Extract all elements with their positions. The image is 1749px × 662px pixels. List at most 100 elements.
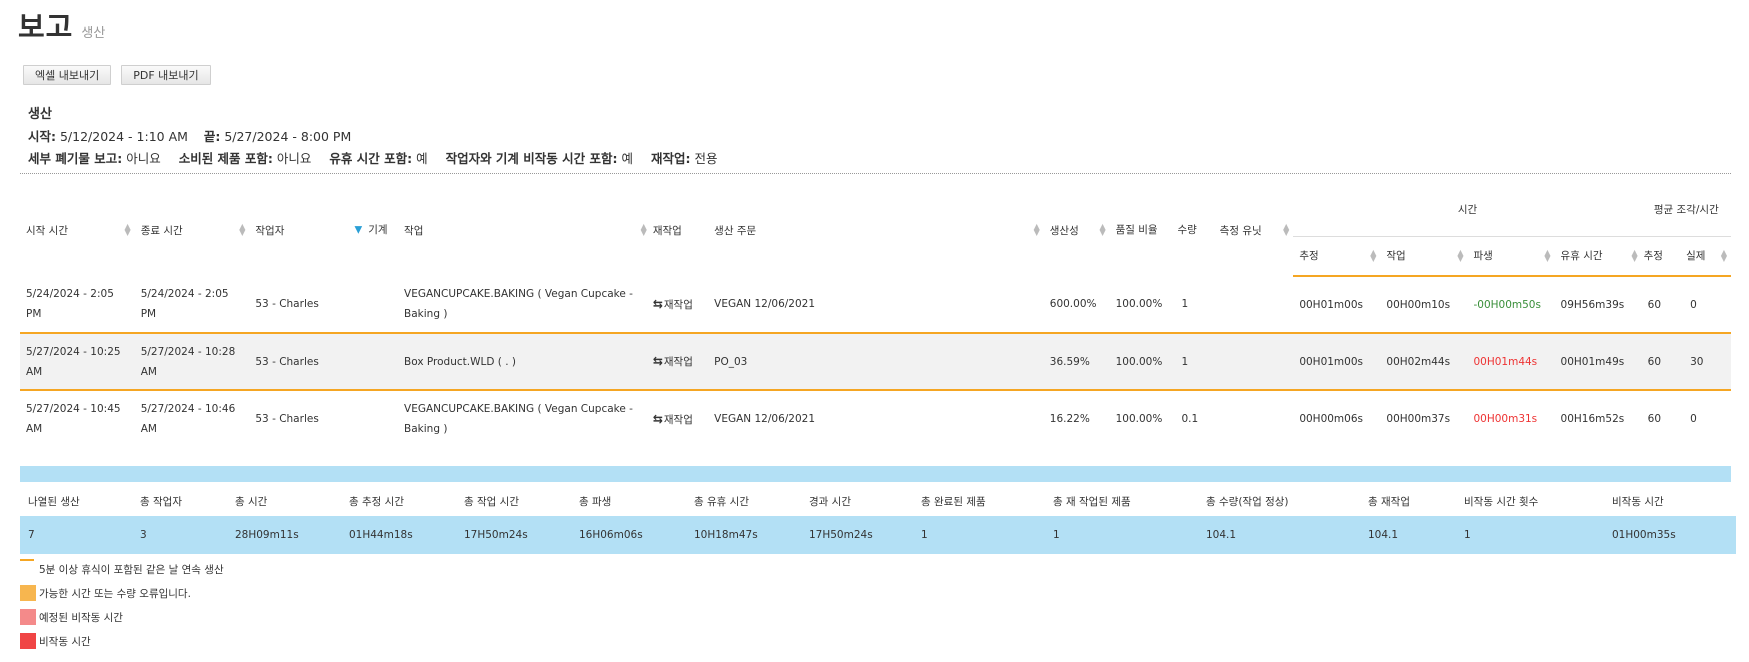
export-excel-button[interactable]: 엑셀 내보내기 (23, 65, 112, 85)
rework-icon: ⇆ (652, 296, 663, 311)
legend-item: 비작동 시간 (20, 629, 224, 653)
cell-machine (366, 390, 398, 447)
summary-header: 총 추정 시간 (349, 495, 404, 508)
cell-rework: ⇆재작업 (652, 411, 693, 426)
cell-unit (1213, 333, 1294, 391)
idle-value: 예 (416, 151, 428, 166)
export-pdf-button[interactable]: PDF 내보내기 (121, 65, 211, 85)
summary-value: 28H09m11s (227, 516, 341, 554)
cell-worked: 00H02m44s (1380, 333, 1468, 391)
cell-machine (366, 276, 399, 334)
sort-icon: ▲ ▼ (124, 222, 131, 237)
col-variance[interactable]: 파생 ▲ ▼ (1467, 235, 1555, 277)
col-estimated[interactable]: 추정 ▲ ▼ (1293, 235, 1381, 277)
summary-header: 총 유휴 시간 (694, 495, 749, 508)
report-options: 세부 폐기물 보고: 아니요 소비된 제품 포함: 아니요 유휴 시간 포함: … (28, 148, 731, 170)
summary-value: 7 (20, 516, 132, 554)
legend-item: 5분 이상 휴식이 포함된 같은 날 연속 생산 (20, 557, 224, 581)
summary-header: 총 수량(작업 정상) (1206, 495, 1289, 508)
cell-start: 5/24/2024 - 2:05 PM (20, 276, 135, 334)
summary-header: 비작동 시간 (1612, 495, 1664, 508)
cell-rework: ⇆재작업 (650, 333, 709, 391)
col-avg-estimated[interactable]: 추정 (1641, 235, 1685, 277)
info-separator (20, 173, 1731, 174)
cell-avg-actual: 0 (1690, 413, 1697, 425)
rework-icon: ⇆ (652, 354, 663, 368)
cell-productivity: 600.00% (1043, 276, 1110, 334)
cell-productivity: 16.22% (1049, 413, 1090, 425)
cell-start: 5/27/2024 - 10:45 AM (26, 403, 121, 435)
col-task[interactable]: 작업 ▲ ▼ (398, 184, 651, 276)
end-label: 끝: (203, 129, 221, 144)
col-idle[interactable]: 유휴 시간 ▲ ▼ (1554, 235, 1642, 277)
sort-icon: ▲ ▼ (1033, 222, 1040, 237)
summary-value: 104.1 (1198, 516, 1360, 554)
consumed-label: 소비된 제품 포함: (178, 151, 273, 166)
col-worked[interactable]: 작업 ▲ ▼ (1380, 235, 1468, 277)
summary-value: 16H06m06s (571, 516, 686, 554)
summary-value: 01H44m18s (341, 516, 456, 554)
col-group-time: 시간 (1457, 204, 1478, 217)
page-title-main: 보고 (18, 10, 74, 44)
sort-icon: ▲ ▼ (1544, 247, 1551, 263)
col-rework[interactable]: 재작업 (651, 184, 708, 276)
cell-order: VEGAN 12/06/2021 (714, 413, 816, 425)
cell-task: Box Product.WLD ( . ) (398, 333, 651, 391)
cell-unit (1214, 390, 1294, 447)
col-end-time[interactable]: 종료 시간 ▲ ▼ (135, 184, 250, 276)
col-quality-rate[interactable]: 품질 비율 (1110, 184, 1176, 276)
start-value: 5/12/2024 - 1:10 AM (59, 129, 188, 144)
summary-value: 104.1 (1360, 516, 1456, 554)
cell-avg-estimated: 60 (1641, 333, 1685, 391)
col-quantity[interactable]: 수량 (1175, 184, 1213, 276)
rework-value: 전용 (694, 151, 718, 166)
summary-header: 총 완료된 제품 (921, 495, 986, 508)
sort-desc-icon: ▼ (354, 224, 363, 236)
scrap-label: 세부 폐기물 보고: (28, 151, 123, 166)
production-table: 시작 시간 ▲ ▼ 종료 시간 ▲ ▼ 작업자 ▼ 기계 작업 ▲ ▼ 재작업 생산 주문 ▲ ▼… (20, 184, 1731, 447)
summary-header: 경과 시간 (809, 495, 851, 508)
legend-swatch (20, 609, 36, 625)
sort-icon: ▲ ▼ (239, 222, 246, 237)
summary-header: 총 시간 (235, 495, 268, 508)
cell-end: 5/24/2024 - 2:05 PM (134, 276, 250, 334)
legend-item: 가능한 시간 또는 수량 오류입니다. (20, 581, 224, 605)
table-row[interactable]: 5/27/2024 - 10:45 AM 5/27/2024 - 10:46 A… (20, 390, 1731, 447)
table-row[interactable]: 5/24/2024 - 2:05 PM 5/24/2024 - 2:05 PM … (20, 276, 1731, 334)
cell-order: PO_03 (708, 333, 1044, 391)
cell-task: VEGANCUPCAKE.BAKING ( Vegan Cupcake - Ba… (404, 403, 633, 435)
cell-avg-estimated: 60 (1647, 413, 1662, 425)
col-start-time[interactable]: 시작 시간 ▲ ▼ (20, 184, 135, 276)
legend: 5분 이상 휴식이 포함된 같은 날 연속 생산 가능한 시간 또는 수량 오류… (20, 557, 224, 653)
col-unit[interactable]: 측정 유닛 ▲ ▼ (1214, 184, 1294, 276)
cell-end: 5/27/2024 - 10:46 AM (140, 403, 236, 435)
sort-icon: ▲ ▼ (640, 222, 647, 237)
summary-header: 총 파생 (579, 495, 612, 508)
col-operator[interactable]: 작업자 ▼ (249, 184, 366, 276)
cell-task: VEGANCUPCAKE.BAKING ( Vegan Cupcake - Ba… (398, 276, 651, 334)
col-productivity[interactable]: 생산성 ▲ ▼ (1044, 184, 1110, 276)
legend-item: 예정된 비작동 시간 (20, 605, 224, 629)
cell-operator: 53 - Charles (249, 276, 367, 334)
sort-icon: ▲ ▼ (1370, 247, 1377, 263)
sort-icon: ▲ ▼ (1283, 222, 1290, 237)
page-title: 보고 생산 (18, 4, 105, 46)
summary-value: 1 (1045, 516, 1198, 554)
col-group-avg: 평균 조각/시간 (1653, 203, 1719, 216)
scrap-value: 아니요 (126, 151, 161, 166)
col-production-order[interactable]: 생산 주문 ▲ ▼ (708, 184, 1044, 276)
table-row[interactable]: 5/27/2024 - 10:25 AM 5/27/2024 - 10:28 A… (20, 333, 1731, 391)
cell-quality: 100.00% (1115, 413, 1163, 425)
summary-header: 총 재 작업된 제품 (1053, 495, 1131, 508)
col-avg-actual[interactable]: 실제 ▲ ▼ (1684, 235, 1731, 277)
cell-qty: 0.1 (1181, 413, 1199, 425)
legend-label: 예정된 비작동 시간 (39, 611, 123, 624)
summary-header: 총 작업자 (140, 495, 182, 508)
cell-machine (366, 333, 399, 391)
col-machine[interactable]: 기계 (366, 184, 398, 276)
cell-idle: 00H01m49s (1554, 333, 1642, 391)
cell-quality: 100.00% (1109, 276, 1176, 334)
cell-quality: 100.00% (1109, 333, 1176, 391)
report-date-range: 시작: 5/12/2024 - 1:10 AM 끝: 5/27/2024 - 8… (28, 126, 731, 148)
legend-label: 5분 이상 휴식이 포함된 같은 날 연속 생산 (39, 563, 224, 576)
